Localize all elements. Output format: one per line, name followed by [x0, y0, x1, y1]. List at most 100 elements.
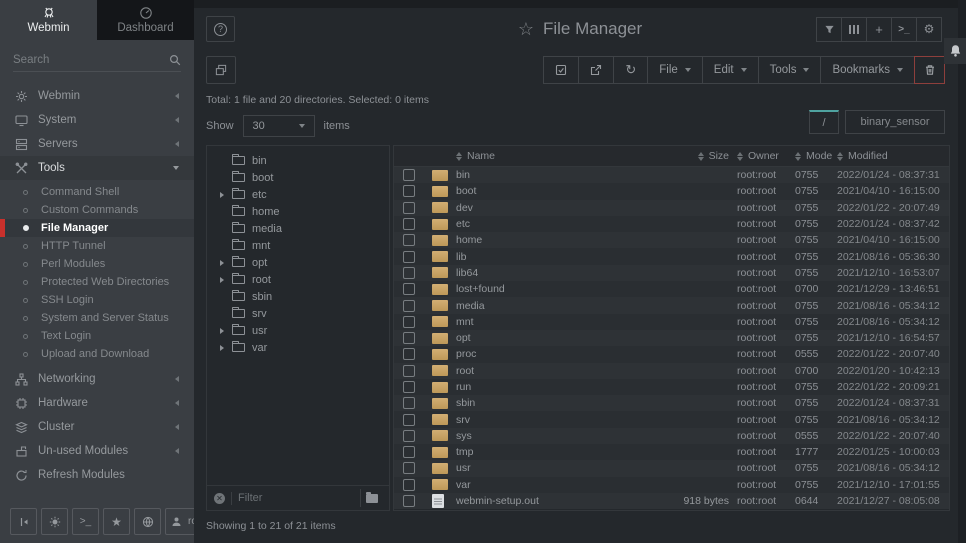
sidebar-subitem[interactable]: System and Server Status	[0, 309, 194, 327]
sidebar-subitem[interactable]: HTTP Tunnel	[0, 237, 194, 255]
table-row[interactable]: bin root:root 0755 2022/01/24 - 08:37:31	[394, 167, 949, 183]
tree-item[interactable]: boot	[207, 169, 389, 186]
tree-item[interactable]: usr	[207, 322, 389, 339]
sidebar-item-servers[interactable]: Servers	[0, 132, 194, 156]
tree-item[interactable]: etc	[207, 186, 389, 203]
sidebar-item-unused-modules[interactable]: Un-used Modules	[0, 439, 194, 463]
table-row[interactable]: lib64 root:root 0755 2021/12/10 - 16:53:…	[394, 265, 949, 281]
refresh-button[interactable]: ↻	[613, 56, 648, 84]
row-checkbox[interactable]	[403, 462, 415, 474]
terminal-button[interactable]: >_	[72, 508, 99, 535]
tree-caret-icon[interactable]	[220, 260, 225, 266]
sidebar-item-refresh-modules[interactable]: Refresh Modules	[0, 463, 194, 487]
tree-item[interactable]: sbin	[207, 288, 389, 305]
table-row[interactable]: home root:root 0755 2021/04/10 - 16:15:0…	[394, 232, 949, 248]
filter-button[interactable]	[816, 17, 842, 42]
table-row[interactable]: lost+found root:root 0700 2021/12/29 - 1…	[394, 281, 949, 297]
column-header-mode[interactable]: Mode	[795, 150, 837, 162]
settings-button[interactable]: ⚙	[916, 17, 942, 42]
root-path-button[interactable]: /	[809, 110, 839, 134]
row-checkbox[interactable]	[403, 251, 415, 263]
table-row[interactable]: sys root:root 0555 2022/01/22 - 20:07:40	[394, 428, 949, 444]
table-row[interactable]: run root:root 0755 2022/01/22 - 20:09:21	[394, 379, 949, 395]
column-header-owner[interactable]: Owner	[737, 150, 795, 162]
table-row[interactable]: webmin-setup.out 918 bytes root:root 064…	[394, 493, 949, 509]
row-checkbox[interactable]	[403, 300, 415, 312]
table-row[interactable]: usr root:root 0755 2021/08/16 - 05:34:12	[394, 460, 949, 476]
tools-menu-button[interactable]: Tools	[758, 56, 822, 84]
row-checkbox[interactable]	[403, 283, 415, 295]
sidebar-subitem[interactable]: Custom Commands	[0, 201, 194, 219]
table-row[interactable]: var root:root 0755 2021/12/10 - 17:01:55	[394, 477, 949, 493]
sidebar-subitem[interactable]: File Manager	[0, 219, 194, 237]
tree-caret-icon[interactable]	[220, 192, 225, 198]
table-row[interactable]: tmp root:root 1777 2022/01/25 - 10:00:03	[394, 444, 949, 460]
collapse-sidebar-button[interactable]	[10, 508, 37, 535]
row-checkbox[interactable]	[403, 495, 415, 507]
column-header-size[interactable]: Size	[649, 150, 737, 162]
row-checkbox[interactable]	[403, 316, 415, 328]
table-row[interactable]: media root:root 0755 2021/08/16 - 05:34:…	[394, 297, 949, 313]
tree-caret-icon[interactable]	[220, 328, 225, 334]
row-checkbox[interactable]	[403, 332, 415, 344]
tree-caret-icon[interactable]	[220, 345, 225, 351]
column-header-name[interactable]: Name	[456, 150, 649, 162]
row-checkbox[interactable]	[403, 169, 415, 181]
table-row[interactable]: mnt root:root 0755 2021/08/16 - 05:34:12	[394, 314, 949, 330]
tree-folder-button[interactable]	[360, 489, 382, 507]
row-checkbox[interactable]	[403, 381, 415, 393]
sidebar-item-cluster[interactable]: Cluster	[0, 415, 194, 439]
tree-item[interactable]: srv	[207, 305, 389, 322]
sidebar-item-system[interactable]: System	[0, 108, 194, 132]
add-button[interactable]: +	[866, 17, 892, 42]
sidebar-subitem[interactable]: Text Login	[0, 327, 194, 345]
sidebar-subitem[interactable]: Perl Modules	[0, 255, 194, 273]
sidebar-item-hardware[interactable]: Hardware	[0, 391, 194, 415]
tree-item[interactable]: var	[207, 339, 389, 356]
file-menu-button[interactable]: File	[647, 56, 703, 84]
table-row[interactable]: proc root:root 0555 2022/01/22 - 20:07:4…	[394, 346, 949, 362]
columns-button[interactable]	[841, 17, 867, 42]
notifications-tab[interactable]	[944, 38, 966, 64]
table-row[interactable]: boot root:root 0755 2021/04/10 - 16:15:0…	[394, 183, 949, 199]
page-size-select[interactable]: 30	[243, 115, 315, 137]
trash-button[interactable]	[914, 56, 945, 84]
sidebar-subitem[interactable]: Upload and Download	[0, 345, 194, 363]
row-checkbox[interactable]	[403, 479, 415, 491]
sidebar-subitem[interactable]: SSH Login	[0, 291, 194, 309]
row-checkbox[interactable]	[403, 348, 415, 360]
sidebar-item-networking[interactable]: Networking	[0, 367, 194, 391]
bookmarks-menu-button[interactable]: Bookmarks	[820, 56, 915, 84]
favorite-star-icon[interactable]: ☆	[518, 19, 534, 40]
table-row[interactable]: sbin root:root 0755 2022/01/24 - 08:37:3…	[394, 395, 949, 411]
edit-menu-button[interactable]: Edit	[702, 56, 759, 84]
row-checkbox[interactable]	[403, 446, 415, 458]
row-checkbox[interactable]	[403, 202, 415, 214]
table-row[interactable]: srv root:root 0755 2021/08/16 - 05:34:12	[394, 411, 949, 427]
help-button[interactable]: ?	[206, 16, 235, 42]
select-all-button[interactable]	[543, 56, 579, 84]
tree-filter-input[interactable]	[238, 492, 354, 504]
tree-item[interactable]: home	[207, 203, 389, 220]
path-search-input[interactable]: binary_sensor	[845, 110, 945, 134]
row-checkbox[interactable]	[403, 414, 415, 426]
language-button[interactable]	[134, 508, 161, 535]
tree-item[interactable]: media	[207, 220, 389, 237]
table-row[interactable]: opt root:root 0755 2021/12/10 - 16:54:57	[394, 330, 949, 346]
row-checkbox[interactable]	[403, 185, 415, 197]
tree-item[interactable]: root	[207, 271, 389, 288]
favorites-button[interactable]: ★	[103, 508, 130, 535]
sidebar-subitem[interactable]: Command Shell	[0, 183, 194, 201]
tree-item[interactable]: opt	[207, 254, 389, 271]
table-row[interactable]: lib root:root 0755 2021/08/16 - 05:36:30	[394, 248, 949, 264]
row-checkbox[interactable]	[403, 218, 415, 230]
row-checkbox[interactable]	[403, 430, 415, 442]
clear-filter-icon[interactable]: ✕	[214, 493, 225, 504]
row-checkbox[interactable]	[403, 397, 415, 409]
sidebar-subitem[interactable]: Protected Web Directories	[0, 273, 194, 291]
share-button[interactable]	[578, 56, 614, 84]
tab-webmin[interactable]: Webmin	[0, 0, 97, 40]
column-header-modified[interactable]: Modified	[837, 150, 949, 162]
clone-view-button[interactable]	[206, 56, 236, 84]
row-checkbox[interactable]	[403, 365, 415, 377]
